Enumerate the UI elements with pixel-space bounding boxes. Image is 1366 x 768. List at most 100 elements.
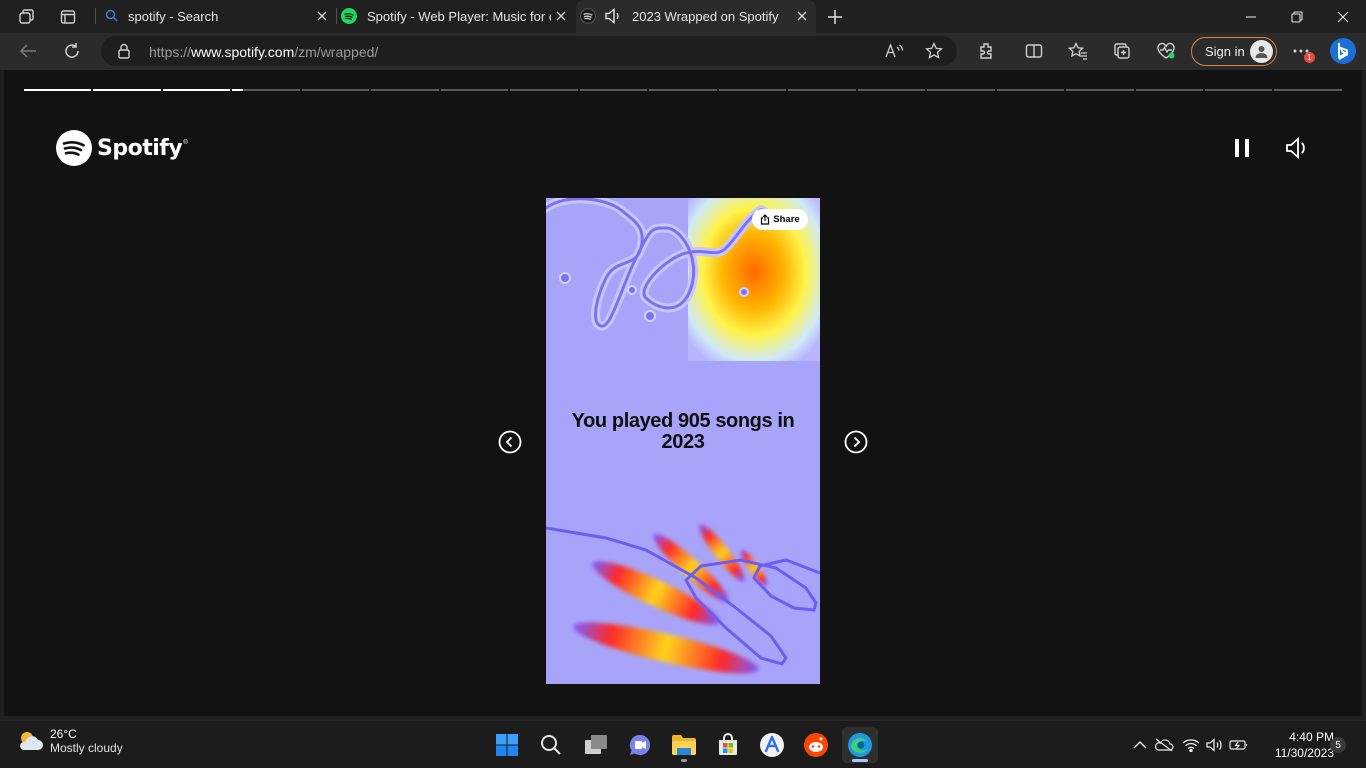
previous-story-button[interactable] <box>498 430 522 454</box>
taskbar-clock[interactable]: 4:40 PM 11/30/2023 <box>1252 729 1334 761</box>
read-aloud-icon[interactable] <box>883 41 905 61</box>
tab-label: Spotify - Web Player: Music for eve <box>367 9 551 24</box>
volume-icon[interactable] <box>1205 735 1225 755</box>
lock-icon[interactable] <box>117 43 131 64</box>
teams-chat-button[interactable] <box>622 727 658 763</box>
search-icon <box>105 9 118 25</box>
reddit-icon <box>804 733 828 757</box>
progress-segment[interactable] <box>718 89 787 91</box>
folder-icon <box>672 735 696 755</box>
progress-segment[interactable] <box>1135 89 1203 91</box>
browser-tab-bar: spotify - Search Spotify - Web Player: M… <box>0 0 1366 33</box>
taskbar-search-button[interactable] <box>533 727 569 763</box>
tab-search[interactable]: spotify - Search <box>96 0 336 33</box>
chevron-right-icon <box>844 430 868 454</box>
app-launcher-button[interactable] <box>754 727 790 763</box>
browser-essentials-icon[interactable] <box>1151 37 1181 65</box>
progress-segment[interactable] <box>440 89 509 91</box>
show-hidden-icons-icon[interactable] <box>1130 735 1150 755</box>
progress-segment[interactable] <box>24 89 92 91</box>
onedrive-icon[interactable] <box>1154 735 1174 755</box>
microsoft-store-button[interactable] <box>710 727 746 763</box>
next-story-button[interactable] <box>844 430 868 454</box>
edge-browser-button[interactable] <box>842 727 878 763</box>
favorite-star-icon[interactable] <box>923 41 945 61</box>
volume-icon[interactable] <box>1284 134 1312 162</box>
running-indicator <box>681 759 687 762</box>
window-close-icon[interactable] <box>1320 0 1366 33</box>
search-icon <box>541 735 561 755</box>
weather-condition: Mostly cloudy <box>50 741 123 755</box>
windows-icon <box>496 734 518 756</box>
progress-segment[interactable] <box>857 89 926 91</box>
collections-icon[interactable] <box>1107 37 1137 65</box>
progress-segment[interactable] <box>93 89 161 91</box>
pause-icon[interactable] <box>1228 134 1256 162</box>
progress-segment[interactable] <box>371 89 439 91</box>
progress-segment[interactable] <box>579 89 648 91</box>
tab-label: spotify - Search <box>128 9 219 24</box>
refresh-icon[interactable] <box>57 37 87 65</box>
progress-segment-fill <box>24 89 92 91</box>
progress-segment-fill <box>232 89 243 91</box>
app-store-icon <box>760 733 784 757</box>
favorites-icon[interactable] <box>1063 37 1093 65</box>
start-button[interactable] <box>489 727 525 763</box>
notification-count-badge[interactable]: 5 <box>1330 737 1346 753</box>
edge-icon <box>848 733 872 757</box>
progress-segment[interactable] <box>788 89 856 91</box>
progress-segment[interactable] <box>927 89 995 91</box>
progress-segment[interactable] <box>1274 89 1342 91</box>
tab-wrapped[interactable]: 2023 Wrapped on Spotify <box>576 0 816 33</box>
spotify-wordmark: Spotify <box>97 135 183 161</box>
browser-toolbar: https://www.spotify.com/zm/wrapped/ Sign… <box>0 33 1366 70</box>
avatar <box>1250 40 1273 63</box>
tab-actions-icon[interactable] <box>53 4 83 30</box>
progress-segment[interactable] <box>649 89 717 91</box>
file-explorer-button[interactable] <box>666 727 702 763</box>
task-view-icon <box>585 735 607 754</box>
progress-segment[interactable] <box>162 89 231 91</box>
progress-segment[interactable] <box>1204 89 1273 91</box>
progress-segment[interactable] <box>232 89 300 91</box>
split-screen-icon[interactable] <box>1019 37 1049 65</box>
progress-segment[interactable] <box>1066 89 1134 91</box>
wifi-icon[interactable] <box>1181 735 1201 755</box>
task-view-button[interactable] <box>578 727 614 763</box>
share-button[interactable]: Share <box>752 209 808 230</box>
close-icon[interactable] <box>553 8 569 24</box>
workspaces-icon[interactable] <box>11 4 41 30</box>
progress-segment[interactable] <box>301 89 370 91</box>
share-icon <box>761 214 770 225</box>
sign-in-label: Sign in <box>1205 44 1245 59</box>
progress-segment[interactable] <box>996 89 1065 91</box>
reddit-button[interactable] <box>798 727 834 763</box>
weather-widget[interactable]: 26°C Mostly cloudy <box>16 727 123 755</box>
weather-temp: 26°C <box>50 727 77 741</box>
store-icon <box>719 733 737 755</box>
minimize-icon[interactable] <box>1228 0 1274 33</box>
tab-spotify-web-player[interactable]: Spotify - Web Player: Music for eve <box>337 0 575 33</box>
clock-time: 4:40 PM <box>1289 730 1334 744</box>
url-text[interactable]: https://www.spotify.com/zm/wrapped/ <box>149 44 378 60</box>
windows-taskbar: 26°C Mostly cloudy 4:40 PM 11/30/2023 5 <box>0 720 1366 768</box>
spotify-logo[interactable]: Spotify ® <box>56 130 188 166</box>
progress-segment-fill <box>93 89 161 91</box>
progress-segment[interactable] <box>510 89 578 91</box>
notification-badge: 1 <box>1304 52 1315 63</box>
address-bar[interactable]: https://www.spotify.com/zm/wrapped/ <box>101 36 957 66</box>
restore-icon[interactable] <box>1274 0 1320 33</box>
more-menu-icon[interactable]: 1 <box>1286 37 1316 65</box>
close-icon[interactable] <box>314 8 330 24</box>
back-icon[interactable] <box>13 37 43 65</box>
new-tab-icon[interactable] <box>820 4 850 30</box>
extensions-icon[interactable] <box>971 37 1001 65</box>
battery-charging-icon[interactable] <box>1229 735 1249 755</box>
wrapped-page: Spotify ® Share You played 905 songs in … <box>4 70 1362 716</box>
sign-in-button[interactable]: Sign in <box>1191 37 1277 66</box>
close-icon[interactable] <box>794 8 810 24</box>
bing-copilot-icon[interactable] <box>1328 37 1358 65</box>
trademark: ® <box>183 140 188 146</box>
wrapped-story-card[interactable]: Share You played 905 songs in 2023 <box>546 198 820 684</box>
speaker-icon[interactable] <box>604 7 624 28</box>
